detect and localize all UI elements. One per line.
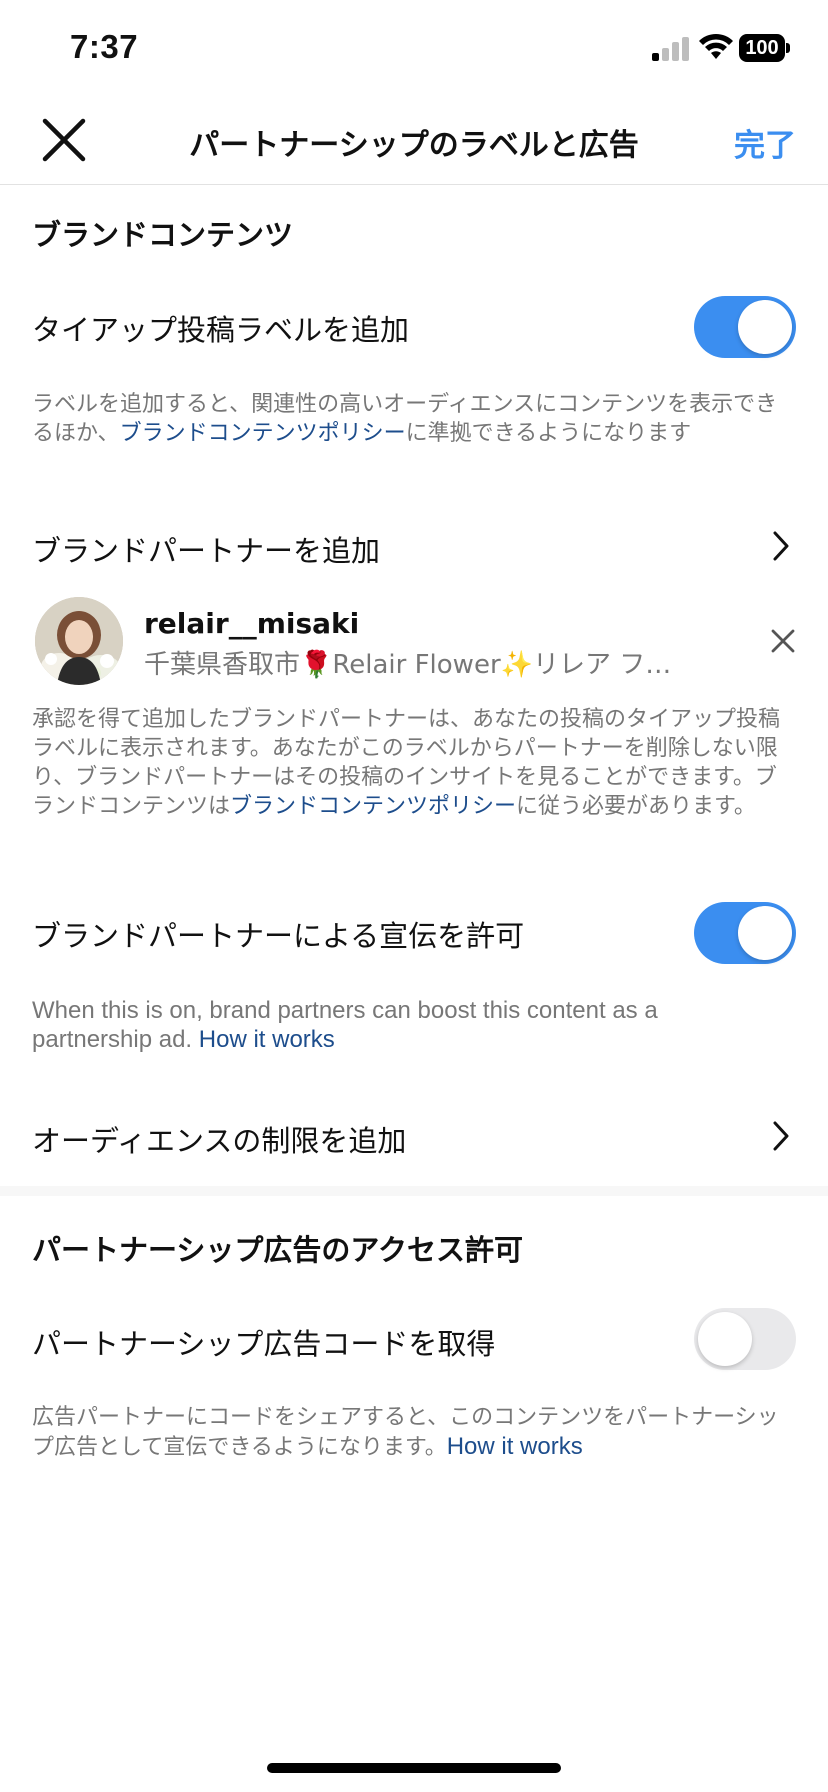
header-divider xyxy=(0,184,828,185)
audience-restrictions-row[interactable]: オーディエンスの制限を追加 xyxy=(32,1118,406,1160)
status-time: 7:37 xyxy=(70,28,139,65)
branded-content-policy-link-2[interactable]: ブランドコンテンツポリシー xyxy=(230,794,516,819)
partner-subtitle: 千葉県香取市🌹Relair Flower✨リレア フ… xyxy=(144,650,672,680)
battery-level: 100 xyxy=(739,34,785,62)
done-button[interactable]: 完了 xyxy=(734,120,796,165)
paid-label-description: ラベルを追加すると、関連性の高いオーディエンスにコンテンツを表示できるほか、ブラ… xyxy=(32,392,778,446)
partner-username: relair__misaki xyxy=(144,607,360,640)
cellular-signal-icon xyxy=(652,37,689,61)
battery-icon: 100 xyxy=(739,34,791,62)
how-it-works-link-2[interactable]: How it works xyxy=(447,1433,583,1460)
how-it-works-link[interactable]: How it works xyxy=(199,1026,335,1053)
allow-promote-description: When this is on, brand partners can boos… xyxy=(32,997,658,1053)
allow-partner-promote-row: ブランドパートナーによる宣伝を許可 xyxy=(32,919,525,953)
close-icon[interactable] xyxy=(40,116,88,164)
section-title-branded-content: ブランドコンテンツ xyxy=(32,218,294,252)
partnership-ad-code-description: 広告パートナーにコードをシェアすると、このコンテンツをパートナーシップ広告として… xyxy=(32,1405,779,1460)
page-title: パートナーシップのラベルと広告 xyxy=(189,128,639,163)
allow-partner-promote-toggle[interactable] xyxy=(694,902,796,964)
paid-partnership-label-row: タイアップ投稿ラベルを追加 xyxy=(32,313,410,347)
section-separator xyxy=(0,1186,828,1196)
partner-description: 承認を得て追加したブランドパートナーは、あなたの投稿のタイアップ投稿ラベルに表示… xyxy=(32,707,781,819)
wifi-icon xyxy=(699,33,733,59)
partnership-ad-code-row: パートナーシップ広告コードを取得 xyxy=(32,1327,496,1361)
paid-partnership-label-toggle[interactable] xyxy=(694,296,796,358)
remove-partner-icon[interactable] xyxy=(770,628,796,654)
add-brand-partner-row[interactable]: ブランドパートナーを追加 xyxy=(32,528,380,570)
partnership-ad-code-toggle[interactable] xyxy=(694,1308,796,1370)
chevron-right-icon[interactable] xyxy=(771,1120,791,1152)
chevron-right-icon[interactable] xyxy=(771,530,791,562)
branded-content-policy-link[interactable]: ブランドコンテンツポリシー xyxy=(120,421,406,446)
home-indicator[interactable] xyxy=(267,1763,561,1773)
partner-avatar xyxy=(35,597,123,685)
section-title-partnership-ads: パートナーシップ広告のアクセス許可 xyxy=(32,1233,523,1267)
